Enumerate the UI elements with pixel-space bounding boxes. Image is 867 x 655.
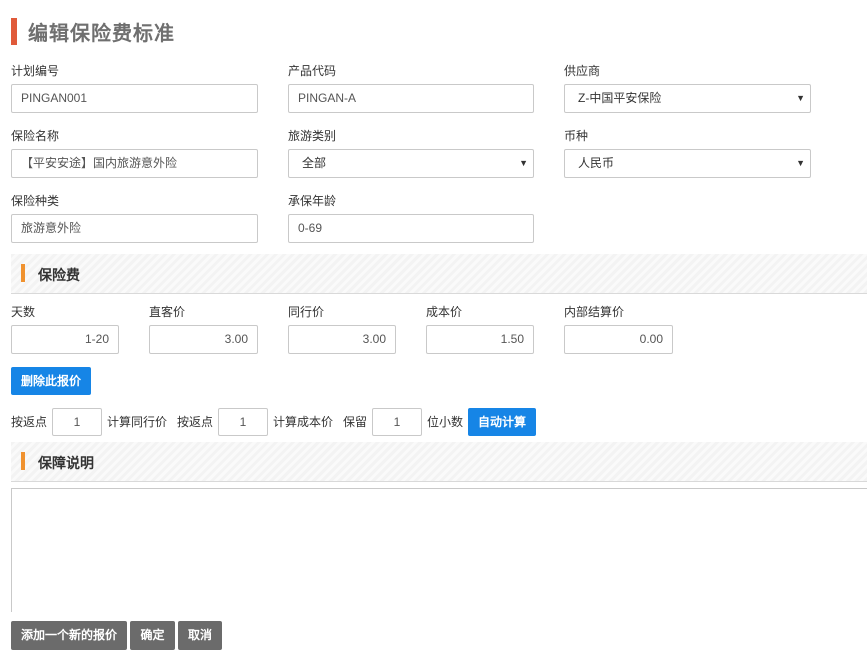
travel-type-selected-value: 全部 xyxy=(302,156,327,170)
direct-price-label: 直客价 xyxy=(149,305,186,319)
calc-cost-label: 计算成本价 xyxy=(273,415,334,429)
rebate-input-1[interactable]: 1 xyxy=(52,408,102,436)
delete-quote-button[interactable]: 删除此报价 xyxy=(11,367,91,395)
rebate-label-2: 按返点 xyxy=(177,415,214,429)
supplier-select[interactable]: Z-中国平安保险 ▼ xyxy=(564,84,811,113)
days-label: 天数 xyxy=(11,305,36,319)
calc-peer-label: 计算同行价 xyxy=(107,415,168,429)
travel-type-select[interactable]: 全部 ▼ xyxy=(288,149,534,178)
plan-code-input[interactable]: PINGAN001 xyxy=(11,84,258,113)
keep-label: 保留 xyxy=(343,415,368,429)
decimals-input[interactable]: 1 xyxy=(372,408,422,436)
currency-select[interactable]: 人民币 ▼ xyxy=(564,149,811,178)
plan-code-label: 计划编号 xyxy=(11,64,60,78)
insurance-kind-label: 保险种类 xyxy=(11,194,60,208)
section-accent-bar xyxy=(21,452,25,470)
product-code-input[interactable]: PINGAN-A xyxy=(288,84,534,113)
premium-section-header: 保险费 xyxy=(11,254,867,294)
auto-calc-button[interactable]: 自动计算 xyxy=(468,408,536,436)
dropdown-arrow-icon: ▼ xyxy=(796,93,805,103)
rebate-label-1: 按返点 xyxy=(11,415,48,429)
days-input[interactable]: 1-20 xyxy=(11,325,119,354)
coverage-section-title: 保障说明 xyxy=(38,455,94,471)
cost-price-label: 成本价 xyxy=(426,305,463,319)
dropdown-arrow-icon: ▼ xyxy=(519,158,528,168)
age-range-input[interactable]: 0-69 xyxy=(288,214,534,243)
add-quote-button[interactable]: 添加一个新的报价 xyxy=(11,621,127,650)
cost-price-input[interactable]: 1.50 xyxy=(426,325,534,354)
coverage-section-header: 保障说明 xyxy=(11,442,867,482)
rebate-input-2[interactable]: 1 xyxy=(218,408,268,436)
confirm-button[interactable]: 确定 xyxy=(130,621,175,650)
internal-price-label: 内部结算价 xyxy=(564,305,625,319)
currency-label: 币种 xyxy=(564,129,589,143)
insurance-name-label: 保险名称 xyxy=(11,129,60,143)
cancel-button[interactable]: 取消 xyxy=(178,621,222,650)
title-accent-bar xyxy=(11,18,17,45)
direct-price-input[interactable]: 3.00 xyxy=(149,325,258,354)
insurance-kind-input[interactable]: 旅游意外险 xyxy=(11,214,258,243)
insurance-name-input[interactable]: 【平安安途】国内旅游意外险 xyxy=(11,149,258,178)
page-header: 编辑保险费标准 xyxy=(11,18,175,45)
decimals-label: 位小数 xyxy=(427,415,464,429)
internal-price-input[interactable]: 0.00 xyxy=(564,325,673,354)
page-title: 编辑保险费标准 xyxy=(28,23,175,45)
travel-type-label: 旅游类别 xyxy=(288,129,337,143)
coverage-description-textarea[interactable] xyxy=(11,488,867,612)
age-range-label: 承保年龄 xyxy=(288,194,337,208)
supplier-selected-value: Z-中国平安保险 xyxy=(578,91,662,105)
section-accent-bar xyxy=(21,264,25,282)
product-code-label: 产品代码 xyxy=(288,64,337,78)
peer-price-label: 同行价 xyxy=(288,305,325,319)
premium-section-title: 保险费 xyxy=(38,267,80,283)
currency-selected-value: 人民币 xyxy=(578,156,615,170)
peer-price-input[interactable]: 3.00 xyxy=(288,325,396,354)
dropdown-arrow-icon: ▼ xyxy=(796,158,805,168)
supplier-label: 供应商 xyxy=(564,64,601,78)
